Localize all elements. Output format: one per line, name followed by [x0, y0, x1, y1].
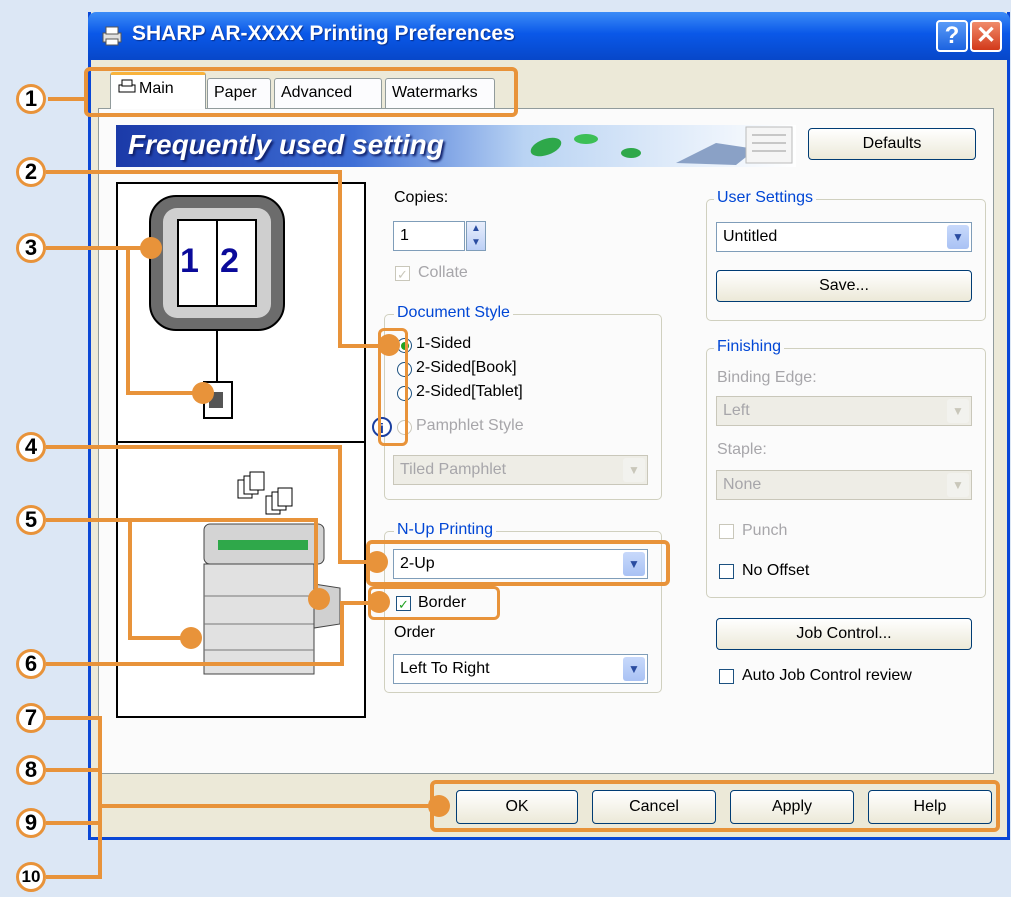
callout-line-3b: [126, 246, 130, 394]
callout-line-5: [46, 518, 318, 522]
user-settings-select[interactable]: Untitled ▼: [716, 222, 972, 252]
label-2-sided-book: 2-Sided[Book]: [416, 359, 517, 376]
callout-line-4c: [338, 560, 368, 564]
punch-label: Punch: [742, 522, 788, 539]
callout-number-3: 3: [16, 233, 46, 263]
callout-line-1: [48, 97, 88, 101]
save-button[interactable]: Save...: [716, 270, 972, 302]
callout-box-nup: [366, 540, 670, 586]
staple-label: Staple:: [717, 441, 767, 458]
auto-job-label: Auto Job Control review: [742, 667, 912, 684]
collate-label: Collate: [418, 264, 468, 281]
chevron-down-icon: ▼: [947, 399, 969, 423]
callout-dot-3a: [140, 237, 162, 259]
order-label: Order: [394, 624, 435, 641]
nup-legend: N-Up Printing: [394, 521, 497, 539]
callout-dot-4: [366, 551, 388, 573]
copies-label: Copies:: [394, 189, 449, 206]
callout-number-10: 10: [16, 862, 46, 892]
copies-input[interactable]: 1: [393, 221, 465, 251]
chevron-down-icon: ▼: [623, 458, 645, 482]
chevron-down-icon: ▼: [947, 225, 969, 249]
callout-line-6b: [340, 601, 344, 666]
callout-number-8: 8: [16, 755, 46, 785]
callout-number-4: 4: [16, 432, 46, 462]
pamphlet-select[interactable]: Tiled Pamphlet ▼: [393, 455, 648, 485]
finishing-legend: Finishing: [714, 338, 785, 356]
callout-number-9: 9: [16, 808, 46, 838]
preview-page-left: 1: [180, 242, 199, 280]
no-offset-checkbox[interactable]: [719, 564, 734, 579]
callout-dot-footer: [428, 795, 450, 817]
binding-edge-label: Binding Edge:: [717, 369, 817, 386]
callout-line-footer: [98, 804, 438, 808]
document-style-legend: Document Style: [394, 304, 513, 322]
banner-title: Frequently used setting: [128, 129, 444, 160]
callout-line-3: [46, 246, 152, 250]
callout-line-2c: [338, 344, 378, 348]
callout-line-6: [46, 662, 344, 666]
defaults-button[interactable]: Defaults: [808, 128, 976, 160]
window-title: SHARP AR-XXXX Printing Preferences: [132, 22, 515, 45]
callout-line-4: [46, 445, 340, 449]
chevron-down-icon: ▼: [623, 657, 645, 681]
callout-line-7: [46, 716, 102, 720]
callout-number-5: 5: [16, 505, 46, 535]
chevron-down-icon: ▼: [947, 473, 969, 497]
callout-line-2: [46, 170, 340, 174]
printer-tab-icon: [117, 75, 139, 103]
help-caption-button[interactable]: ?: [936, 20, 968, 52]
callout-number-2: 2: [16, 157, 46, 187]
label-2-sided-tablet: 2-Sided[Tablet]: [416, 383, 523, 400]
close-button[interactable]: ✕: [970, 20, 1002, 52]
job-control-button[interactable]: Job Control...: [716, 618, 972, 650]
printer-icon: [100, 24, 124, 48]
callout-number-1: 1: [16, 84, 46, 114]
user-settings-group: [706, 199, 986, 321]
label-pamphlet-style: Pamphlet Style: [416, 417, 524, 434]
tab-main[interactable]: Main: [110, 72, 206, 109]
copies-spinner[interactable]: ▲ ▼: [466, 221, 486, 251]
callout-line-6c: [340, 601, 370, 605]
punch-checkbox[interactable]: [719, 524, 734, 539]
callout-line-10: [46, 875, 102, 879]
collate-checkbox[interactable]: ✓: [395, 266, 410, 282]
preview-page-right: 2: [220, 242, 239, 280]
callout-dot-5a: [180, 627, 202, 649]
callout-number-6: 6: [16, 649, 46, 679]
callout-line-5d: [314, 518, 318, 594]
user-settings-legend: User Settings: [714, 189, 817, 207]
callout-number-7: 7: [16, 703, 46, 733]
callout-line-5b: [128, 518, 132, 640]
callout-line-4b: [338, 445, 342, 563]
callout-line-8: [46, 768, 102, 772]
callout-line-spine: [98, 716, 102, 879]
callout-dot-5b: [308, 588, 330, 610]
callout-dot-6: [368, 591, 390, 613]
callout-dot-2: [378, 334, 400, 356]
callout-dot-3b: [192, 382, 214, 404]
callout-line-2b: [338, 170, 342, 348]
binding-edge-select[interactable]: Left ▼: [716, 396, 972, 426]
label-1-sided: 1-Sided: [416, 335, 472, 352]
callout-line-9: [46, 821, 102, 825]
callout-box-footer: [430, 780, 1000, 832]
auto-job-checkbox[interactable]: [719, 669, 734, 684]
staple-select[interactable]: None ▼: [716, 470, 972, 500]
order-select[interactable]: Left To Right ▼: [393, 654, 648, 684]
no-offset-label: No Offset: [742, 562, 810, 579]
